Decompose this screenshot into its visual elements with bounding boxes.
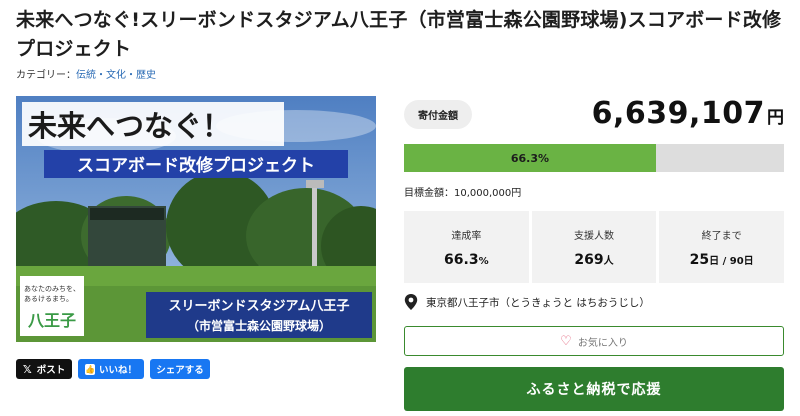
facebook-share-button[interactable]: シェアする — [150, 359, 210, 379]
thumbs-up-icon: 👍 — [85, 363, 95, 375]
hero-subheadline: スコアボード改修プロジェクト — [77, 155, 315, 176]
hero-headline: 未来へつなぐ！ — [28, 109, 231, 143]
x-post-button[interactable]: 𝕏 ポスト — [16, 359, 72, 379]
donate-button[interactable]: ふるさと納税で応援 — [404, 367, 784, 411]
map-pin-icon — [404, 294, 418, 310]
logo-tagline-2: あるけるまち。 — [24, 295, 73, 303]
logo-city-name: 八王子 — [27, 311, 76, 330]
favorite-button[interactable]: ♡ お気に入り — [404, 326, 784, 356]
heart-icon: ♡ — [560, 333, 572, 349]
facebook-like-label: いいね！ — [98, 365, 137, 376]
progress-bar: 66.3% — [404, 144, 784, 172]
x-post-label: ポスト — [36, 365, 66, 376]
amount-label: 寄付金額 — [404, 100, 472, 129]
category-label: カテゴリー： — [16, 70, 76, 81]
location-line: 東京都八王子市（とうきょうと はちおうじし） — [404, 294, 650, 310]
stat-label: 終了まで — [701, 230, 742, 242]
logo-tagline-1: あなたのみちを、 — [24, 285, 80, 293]
stat-supporters: 支援人数 269人 — [531, 211, 657, 283]
category-link[interactable]: 伝統・文化・歴史 — [76, 70, 156, 81]
amount-unit: 円 — [767, 108, 784, 128]
stat-value: 66.3% — [444, 251, 489, 268]
stat-label: 支援人数 — [574, 230, 614, 242]
amount-value: 6,639,107 — [591, 96, 765, 131]
facebook-share-label: シェアする — [156, 365, 204, 376]
location-text: 東京都八王子市（とうきょうと はちおうじし） — [426, 296, 650, 309]
project-title: 未来へつなぐ!スリーボンドスタジアム八王子（市営富士森公園野球場)スコアボード改… — [16, 9, 782, 60]
hero-stadium-name: スリーボンドスタジアム八王子 — [168, 298, 349, 314]
hero-stadium-subname: （市営富士森公園野球場） — [187, 318, 331, 333]
facebook-like-button[interactable]: 👍 いいね！ — [78, 359, 144, 379]
stats-row: 達成率 66.3% 支援人数 269人 終了まで 25日 / 90日 — [404, 211, 785, 283]
stat-label: 達成率 — [451, 230, 482, 242]
x-logo-icon: 𝕏 — [22, 362, 32, 376]
category-line: カテゴリー：伝統・文化・歴史 — [16, 66, 156, 81]
stat-achievement-rate: 達成率 66.3% — [404, 211, 529, 283]
stat-value: 269人 — [574, 251, 614, 268]
stat-remaining-days: 終了まで 25日 / 90日 — [659, 211, 785, 283]
goal-amount: 目標金額：10,000,000円 — [404, 188, 522, 199]
stat-value: 25日 / 90日 — [689, 251, 754, 268]
project-hero-image: 未来へつなぐ！ スコアボード改修プロジェクト スリーボンドスタジアム八王子 （市… — [16, 96, 376, 342]
progress-text: 66.3% — [510, 151, 550, 165]
progress-fill: 66.3% — [404, 144, 656, 172]
donation-amount: 6,639,107 円 — [592, 96, 784, 131]
share-buttons: 𝕏 ポスト 👍 いいね！ シェアする — [16, 359, 210, 379]
favorite-label: お気に入り — [577, 337, 628, 349]
